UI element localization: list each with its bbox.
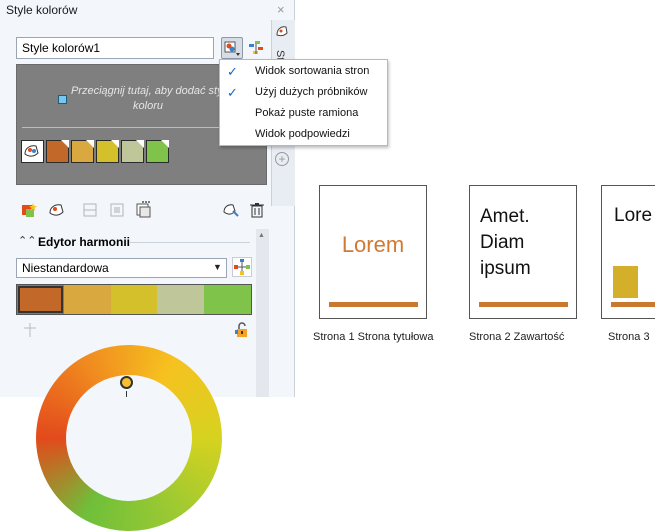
menu-item-tooltip-view[interactable]: Widok podpowiedzi xyxy=(220,125,387,145)
color-style-swatch[interactable] xyxy=(96,140,119,163)
convert-icon[interactable] xyxy=(82,201,100,219)
palette-group-icon[interactable] xyxy=(21,140,44,163)
style-name-field[interactable]: Style kolorów1 xyxy=(16,37,214,59)
options-icon xyxy=(224,41,240,56)
new-color-style-icon[interactable] xyxy=(20,201,38,219)
add-tab-icon[interactable]: + xyxy=(275,152,289,166)
harmony-color[interactable] xyxy=(204,285,251,314)
menu-item-large-swatches[interactable]: ✓ Użyj dużych próbników xyxy=(220,83,387,103)
page-3-text: Lore xyxy=(614,205,653,226)
options-button[interactable] xyxy=(221,37,243,59)
check-icon: ✓ xyxy=(227,85,238,100)
harmony-color[interactable] xyxy=(63,285,111,314)
page-2-text: Amet. Diam ipsum xyxy=(480,206,531,279)
close-icon[interactable]: × xyxy=(277,2,285,17)
page-2-label: Strona 2 Zawartość xyxy=(469,331,565,343)
new-color-harmony-button[interactable] xyxy=(246,37,268,59)
docker-title: Style kolorów xyxy=(6,3,78,17)
harmony-handle[interactable] xyxy=(120,376,133,389)
page-thumbnail-3[interactable]: Lore xyxy=(601,185,655,319)
scroll-up-icon[interactable]: ▲ xyxy=(258,232,265,239)
color-style-swatch[interactable] xyxy=(71,140,94,163)
page-3-label: Strona 3 xyxy=(608,331,650,343)
page-thumbnail-2[interactable]: Amet. Diam ipsum xyxy=(469,185,577,319)
color-style-swatch[interactable] xyxy=(121,140,144,163)
harmony-editor-title: Edytor harmonii xyxy=(38,235,131,249)
color-wheel-center xyxy=(66,375,192,501)
import-icon[interactable] xyxy=(108,201,126,219)
page-accent-bar xyxy=(329,302,418,307)
harmony-color-strip xyxy=(16,284,252,315)
color-style-swatch[interactable] xyxy=(146,140,169,163)
harmony-color[interactable] xyxy=(110,285,158,314)
harmony-color[interactable] xyxy=(17,285,64,314)
arrange-icon[interactable] xyxy=(134,199,152,218)
harmony-rule-select[interactable]: Niestandardowa xyxy=(16,258,227,278)
delete-icon[interactable] xyxy=(248,201,266,219)
menu-item-page-sort-view[interactable]: ✓ Widok sortowania stron xyxy=(220,62,387,82)
chevron-down-icon[interactable]: ▼ xyxy=(213,262,222,272)
collapse-chevron-icon[interactable]: ⌃⌃ xyxy=(18,234,36,247)
options-menu: ✓ Widok sortowania stron ✓ Użyj dużych p… xyxy=(219,59,388,146)
page-1-label: Strona 1 Strona tytułowa xyxy=(313,331,434,343)
harmony-color[interactable] xyxy=(157,285,205,314)
new-from-selection-icon[interactable] xyxy=(48,201,66,219)
page-3-color-block xyxy=(613,266,638,298)
drop-target-icon xyxy=(58,95,67,104)
check-icon: ✓ xyxy=(227,64,238,79)
vertical-scrollbar[interactable] xyxy=(256,229,269,397)
page-accent-bar xyxy=(479,302,568,307)
color-harmony-icon xyxy=(249,41,263,54)
menu-item-show-empty-harmonies[interactable]: Pokaż puste ramiona xyxy=(220,104,387,124)
harmony-options-button[interactable] xyxy=(232,257,252,277)
drop-hint: Przeciągnij tutaj, aby dodać styl koloru xyxy=(70,85,226,112)
harmony-swap-icon[interactable] xyxy=(22,322,38,341)
page-accent-bar xyxy=(611,302,655,307)
lock-icon[interactable] xyxy=(233,321,251,342)
page-1-text: Lorem xyxy=(341,232,405,257)
page-thumbnail-1[interactable]: Lorem xyxy=(319,185,427,319)
color-style-swatch[interactable] xyxy=(46,140,69,163)
apply-color-icon[interactable] xyxy=(222,201,240,219)
color-styles-tab-icon[interactable] xyxy=(275,24,289,38)
section-divider xyxy=(130,242,250,243)
handle-stem xyxy=(126,391,127,397)
harmony-rule-icon xyxy=(234,259,250,275)
